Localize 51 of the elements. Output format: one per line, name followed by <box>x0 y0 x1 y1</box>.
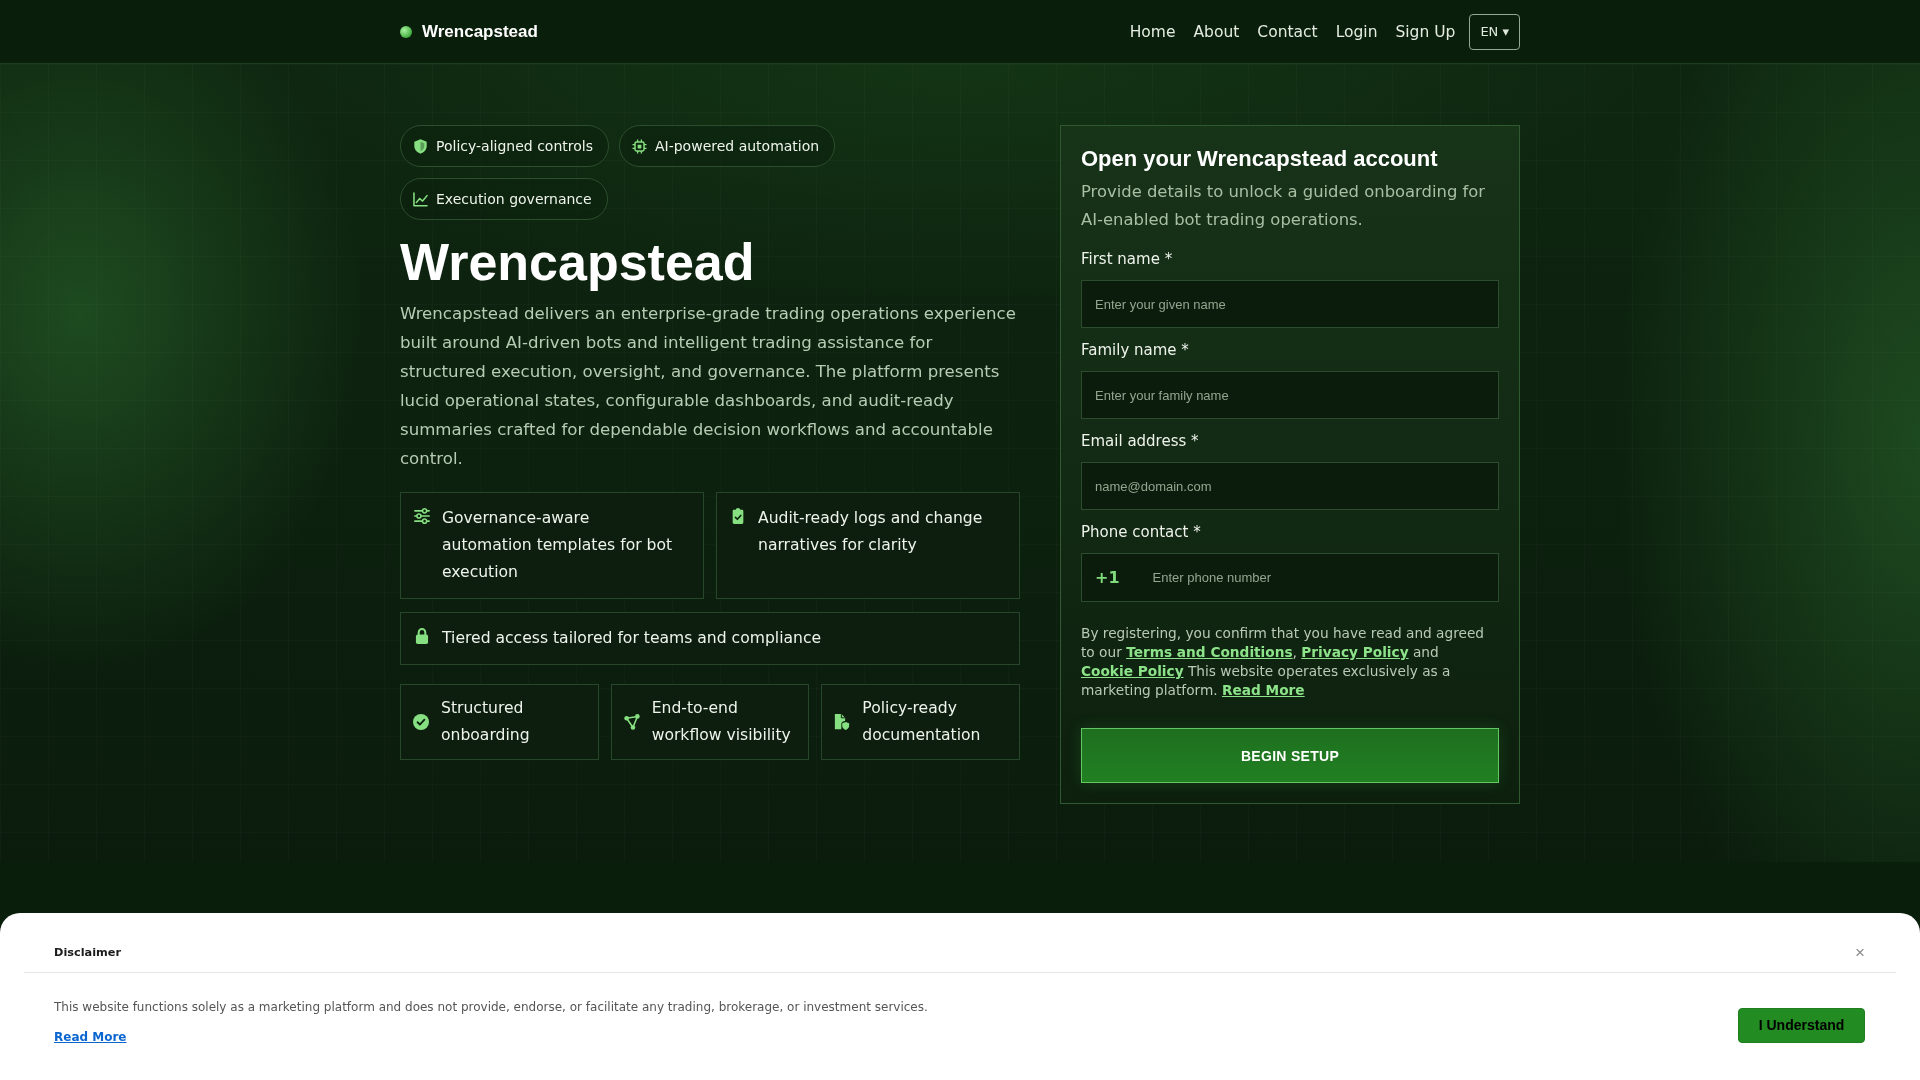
form-title: Open your Wrencapstead account <box>1081 146 1439 172</box>
country-code: +1 <box>1095 568 1120 587</box>
disclaimer-title: Disclaimer <box>54 945 122 961</box>
read-more-link[interactable]: Read More <box>54 1029 127 1045</box>
logo-dot-icon <box>400 25 412 38</box>
begin-setup-button[interactable]: BEGIN SETUP <box>1081 728 1499 783</box>
tag-label: Execution governance <box>436 191 592 207</box>
tag-label: AI-powered automation <box>654 138 820 154</box>
input-field[interactable]: Enter your given name <box>1081 280 1499 328</box>
input-field[interactable]: name@domain.com <box>1081 462 1499 510</box>
shield-icon <box>413 138 428 154</box>
nav-link[interactable]: Login <box>1335 22 1378 41</box>
field-label: Phone contact * <box>1081 522 1202 543</box>
input-field[interactable]: Enter your family name <box>1081 371 1499 419</box>
nav-link[interactable]: About <box>1193 22 1240 41</box>
sliders-icon <box>414 508 430 524</box>
highlight-text: Structured onboarding <box>441 698 531 746</box>
inline-link[interactable]: Read More <box>1221 682 1305 698</box>
clipboard-check-icon <box>730 508 746 524</box>
close-button[interactable]: × <box>1853 945 1867 961</box>
phone-number-input[interactable]: Enter phone number <box>1152 554 1498 601</box>
highlight-text: Policy-ready documentation <box>862 698 982 746</box>
consent-text: By registering, you confirm that you have read and agreed to our Terms and Conditions, Privacy Policy and Cookie Policy This website operates exclusively as a marketing platform. Read More <box>1081 624 1486 700</box>
nav-link[interactable]: Home <box>1129 22 1176 41</box>
inline-link[interactable]: Privacy Policy <box>1301 644 1409 660</box>
line-chart-icon <box>413 191 428 207</box>
nav-link[interactable]: Sign Up <box>1395 22 1456 41</box>
form-subtitle: Provide details to unlock a guided onboarding for AI-enabled bot trading operations. <box>1081 181 1487 231</box>
highlight-text: End-to-end workflow visibility <box>651 698 792 746</box>
language-button[interactable]: EN ▾ <box>1469 13 1520 50</box>
connected-nodes-icon <box>623 714 640 730</box>
check-circle-icon <box>413 714 429 730</box>
understand-button[interactable]: I Understand <box>1738 1007 1865 1043</box>
field-label: Family name * <box>1081 340 1190 361</box>
lock-icon <box>414 628 430 644</box>
feature-text: Governance-aware automation templates for bot execution <box>442 508 674 583</box>
document-shield-icon <box>834 714 851 730</box>
feature-text: Tiered access tailored for teams and compliance <box>442 628 822 649</box>
brand-name[interactable]: Wrencapstead <box>422 21 538 42</box>
hero-description: Wrencapstead delivers an enterprise-grade trading operations experience built around AI-driven bots and intelligent trading assistance for structured execution, oversight, and governance. The platform presents lucid operational states, configurable dashboards, and audit-ready summaries crafted for dependable decision workflows and accountable control. <box>400 303 1017 470</box>
field-label: Email address * <box>1081 431 1200 452</box>
disclaimer-text: This website functions solely as a marketing platform and does not provide, endorse, or facilitate any trading, brokerage, or investment services. <box>54 999 928 1015</box>
field-label: First name * <box>1081 249 1174 270</box>
feature-text: Audit-ready logs and change narratives for clarity <box>758 508 984 556</box>
hero-title: Wrencapstead <box>400 232 756 292</box>
nav-link[interactable]: Contact <box>1257 22 1318 41</box>
phone-field[interactable]: +1 Enter phone number <box>1081 553 1499 602</box>
inline-link[interactable]: Cookie Policy <box>1081 663 1184 679</box>
inline-link[interactable]: Terms and Conditions <box>1126 644 1293 660</box>
chip-icon <box>631 138 647 154</box>
tag-label: Policy-aligned controls <box>436 138 593 154</box>
